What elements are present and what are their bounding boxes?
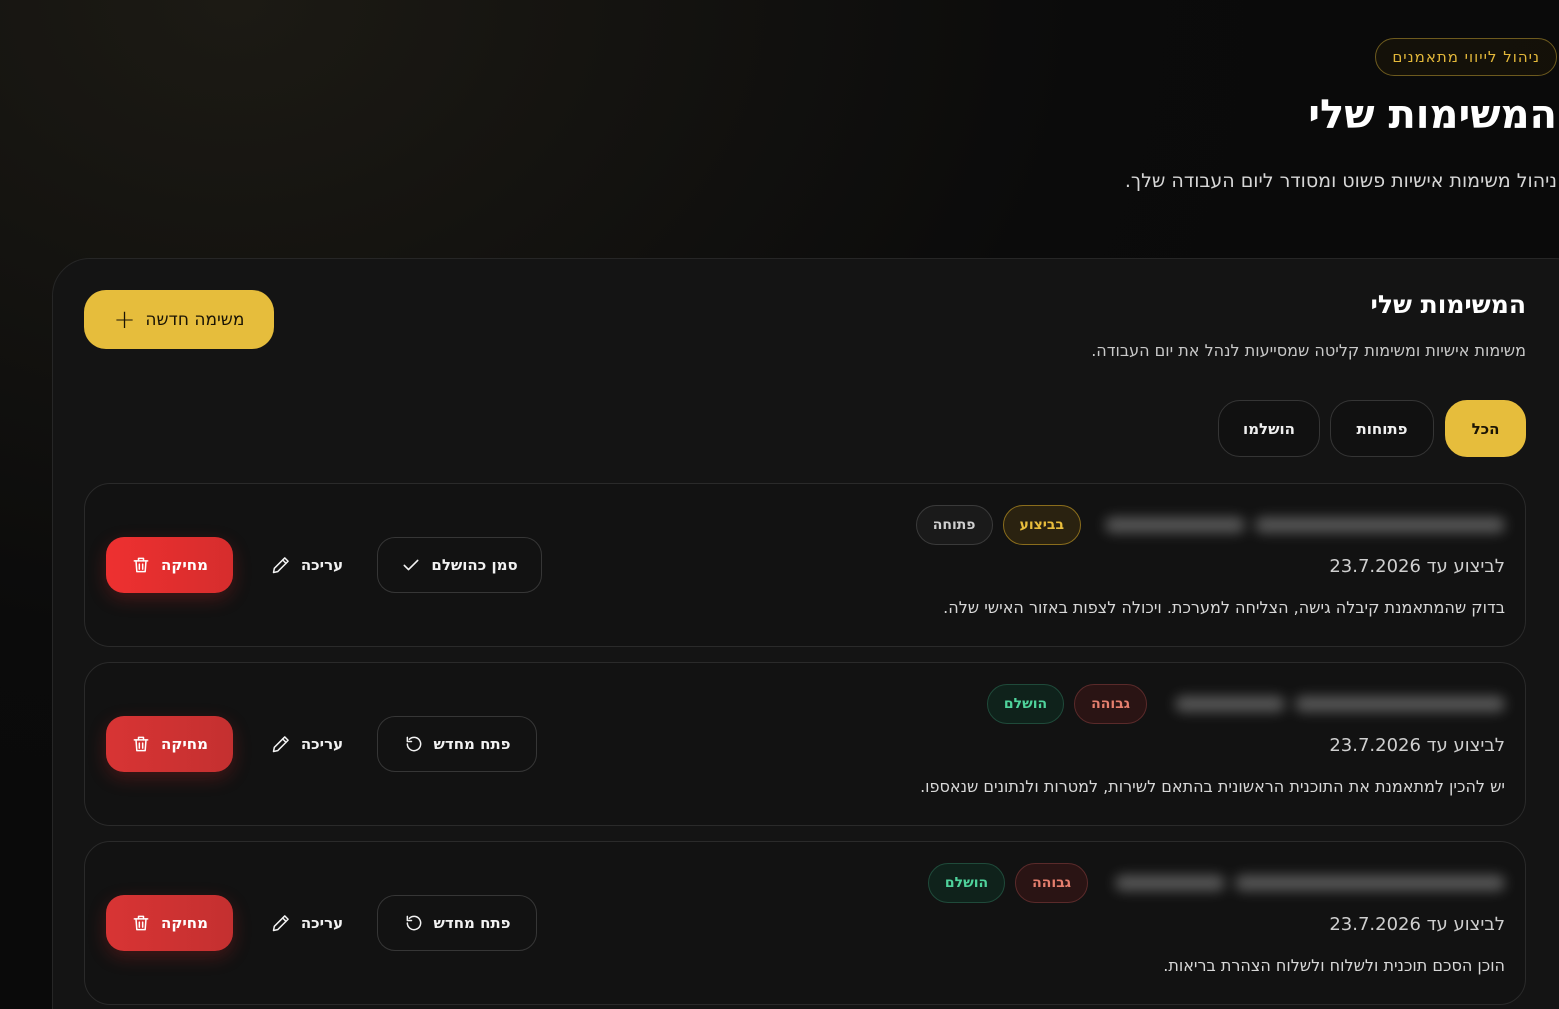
status-badge: הושלם <box>927 863 1006 903</box>
edit-label: עריכה <box>300 556 344 574</box>
task-card: גבוהה הושלם לביצוע עד 23.7.2026 יש להכין… <box>84 662 1526 826</box>
mark-complete-label: סמן כהושלם <box>431 556 518 574</box>
edit-button[interactable]: עריכה <box>267 895 347 951</box>
task-tags: גבוהה הושלם <box>986 684 1147 724</box>
task-due-date: לביצוע עד 23.7.2026 <box>1329 914 1505 935</box>
refresh-icon <box>406 736 421 752</box>
mark-complete-button[interactable]: סמן כהושלם <box>377 537 542 593</box>
edit-label: עריכה <box>300 735 344 753</box>
tab-completed[interactable]: הושלמו <box>1218 400 1320 457</box>
refresh-icon <box>406 915 421 931</box>
trash-icon <box>133 736 149 752</box>
delete-label: מחיקה <box>161 556 208 574</box>
delete-label: מחיקה <box>161 735 208 753</box>
tab-open[interactable]: פתוחות <box>1330 400 1434 457</box>
task-card: בביצוע פתוחה לביצוע עד 23.7.2026 בדוק שה… <box>84 483 1526 647</box>
tab-all[interactable]: הכל <box>1445 400 1526 457</box>
task-title-redacted <box>1175 693 1505 715</box>
pencil-icon <box>272 736 289 753</box>
page: ניהול לייווי מתאמנים המשימות שלי ניהול מ… <box>0 0 1559 1009</box>
delete-button[interactable]: מחיקה <box>106 716 233 772</box>
pencil-icon <box>272 915 289 932</box>
reopen-label: פתח מחדש <box>433 735 511 753</box>
hero-badge: ניהול לייווי מתאמנים <box>1375 38 1557 76</box>
edit-button[interactable]: עריכה <box>267 716 347 772</box>
reopen-label: פתח מחדש <box>433 914 511 932</box>
reopen-button[interactable]: פתח מחדש <box>377 895 537 951</box>
task-description: הוכן הסכם תוכנית ולשלוח ולשלוח הצהרת ברי… <box>1163 956 1505 975</box>
task-card: גבוהה הושלם לביצוע עד 23.7.2026 הוכן הסכ… <box>84 841 1526 1005</box>
page-title: המשימות שלי <box>1308 92 1557 138</box>
trash-icon <box>133 557 149 573</box>
status-badge: בביצוע <box>1002 505 1081 545</box>
trash-icon <box>133 915 149 931</box>
edit-button[interactable]: עריכה <box>267 537 347 593</box>
status-badge: הושלם <box>986 684 1065 724</box>
delete-label: מחיקה <box>161 914 208 932</box>
task-tags: בביצוע פתוחה <box>915 505 1081 545</box>
panel-subtitle: משימות אישיות ומשימות קליטה שמסייעות לנה… <box>1091 341 1526 360</box>
task-tags: גבוהה הושלם <box>927 863 1088 903</box>
page-subtitle: ניהול משימות אישיות פשוט ומסודר ליום העב… <box>1124 170 1557 192</box>
new-task-label: משימה חדשה <box>145 309 245 330</box>
pencil-icon <box>272 557 289 574</box>
task-title-redacted <box>1115 872 1505 894</box>
task-due-date: לביצוע עד 23.7.2026 <box>1329 556 1505 577</box>
panel-title: המשימות שלי <box>1370 290 1526 319</box>
delete-button[interactable]: מחיקה <box>106 895 233 951</box>
delete-button[interactable]: מחיקה <box>106 537 233 593</box>
new-task-button[interactable]: משימה חדשה + <box>84 290 274 349</box>
priority-badge: גבוהה <box>1074 684 1147 724</box>
reopen-button[interactable]: פתח מחדש <box>377 716 537 772</box>
edit-label: עריכה <box>300 914 344 932</box>
task-title-redacted <box>1105 514 1505 536</box>
task-description: יש להכין למתאמנת את התוכנית הראשונית בהת… <box>920 777 1505 796</box>
task-due-date: לביצוע עד 23.7.2026 <box>1329 735 1505 756</box>
task-description: בדוק שהמתאמנת קיבלה גישה, הצליחה למערכת.… <box>943 598 1505 617</box>
priority-badge: גבוהה <box>1015 863 1088 903</box>
check-icon <box>403 559 419 571</box>
status-badge: פתוחה <box>915 505 993 545</box>
plus-icon: + <box>113 304 136 335</box>
